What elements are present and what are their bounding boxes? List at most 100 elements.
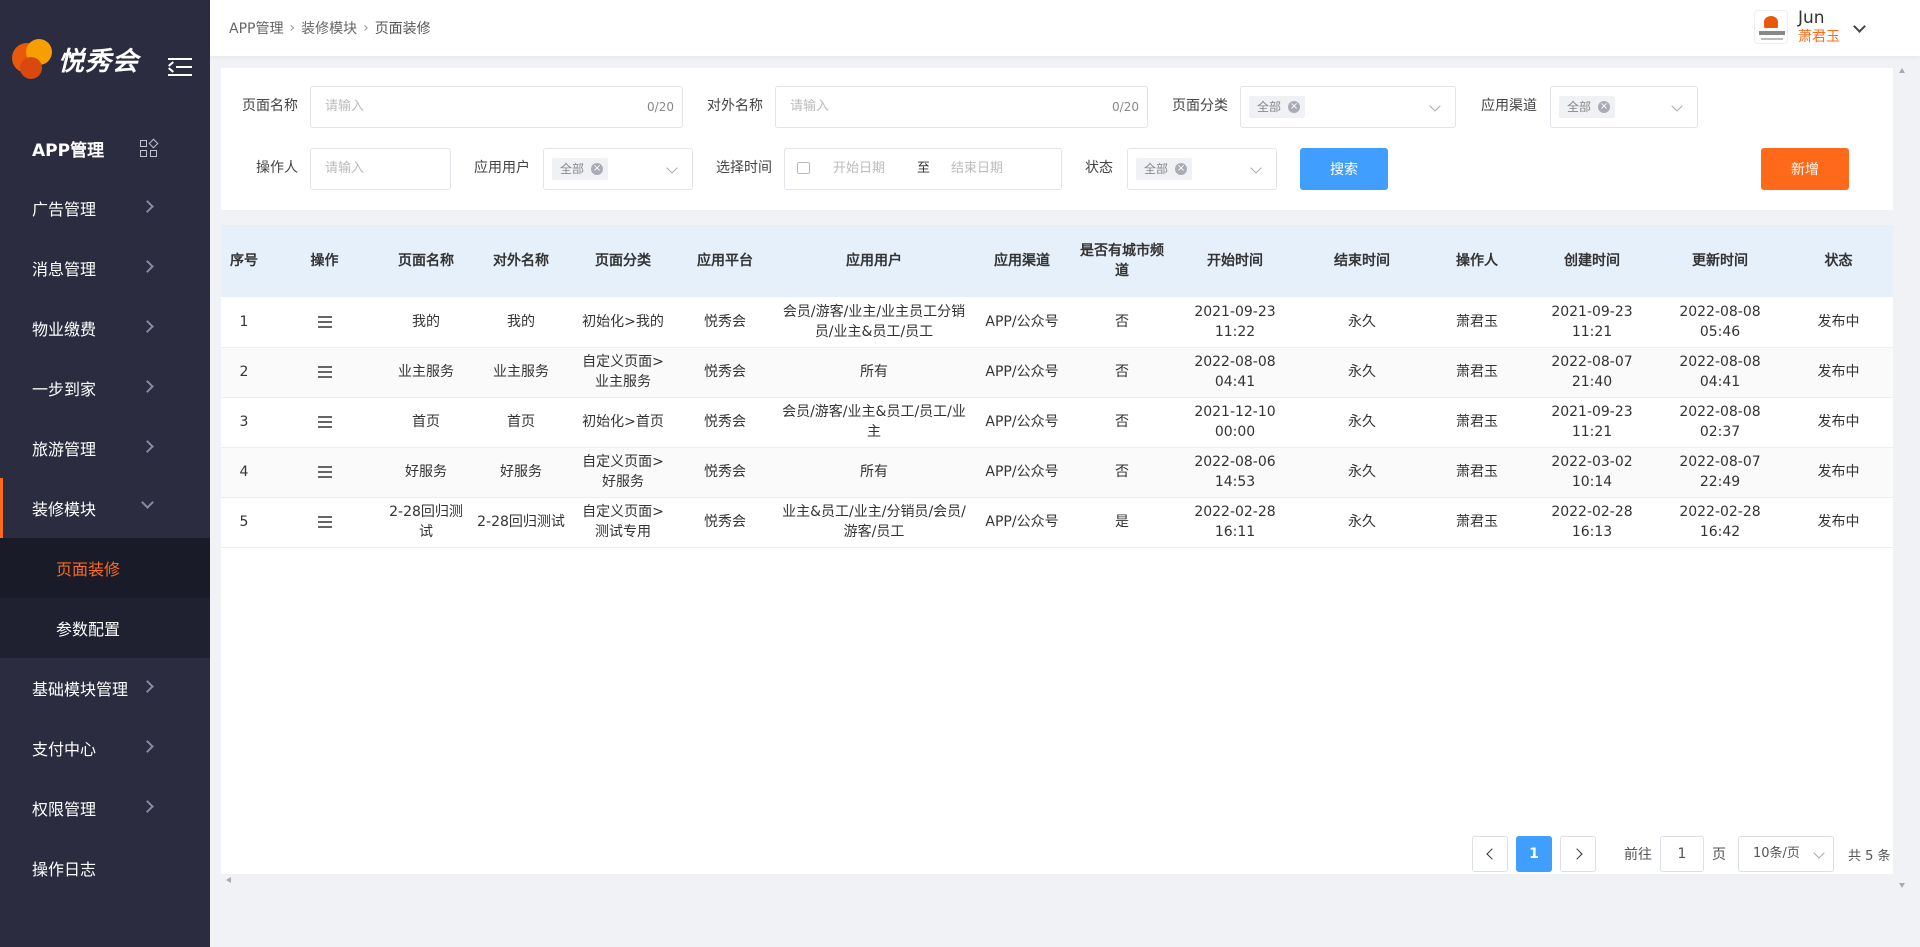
breadcrumb-item[interactable]: APP管理 [229,18,283,38]
table-cell: 初始化>首页 [572,397,674,448]
table-cell: 永久 [1298,397,1426,448]
close-icon[interactable]: × [1175,163,1188,175]
sidebar-subitem-param-config[interactable]: 参数配置 [0,598,210,658]
horizontal-scrollbar[interactable] [226,876,1898,886]
operator-input[interactable]: 请输入 [310,148,451,190]
table-cell: 萧君玉 [1426,447,1528,498]
sidebar-item-base-modules[interactable]: 基础模块管理 [0,658,210,718]
external-name-count: 0/20 [1112,100,1139,114]
user-menu[interactable]: Jun 萧君玉 [1754,8,1866,46]
app-user-select[interactable]: 全部 × [543,148,693,190]
prev-page-button[interactable] [1472,836,1508,872]
channel-select[interactable]: 全部 × [1550,86,1698,128]
category-select[interactable]: 全部 × [1240,86,1456,128]
sidebar-item-label: 旅游管理 [32,440,97,459]
sidebar-item-label: 广告管理 [32,200,97,219]
table-cell: APP/公众号 [972,447,1072,498]
list-menu-icon[interactable] [317,516,332,528]
scroll-up-icon[interactable] [1899,68,1905,73]
chevron-left-icon [1485,848,1498,860]
table-cell: 所有 [776,447,972,498]
sidebar-item-app-management[interactable]: APP管理 [0,118,210,178]
table-cell: 2022-08-07 22:49 [1656,447,1784,498]
sidebar-item-home-delivery[interactable]: 一步到家 [0,358,210,418]
table-cell: 2022-02-28 16:11 [1172,497,1298,548]
chevron-down-icon[interactable] [1853,20,1866,33]
table-cell [267,397,382,448]
scroll-down-icon[interactable] [1899,883,1905,888]
table-cell: 悦秀会 [674,347,776,398]
list-menu-icon[interactable] [317,366,332,378]
table-cell [267,347,382,398]
table-cell: 发布中 [1784,347,1893,398]
table-cell: 发布中 [1784,447,1893,498]
sidebar-item-payment-center[interactable]: 支付中心 [0,718,210,778]
col-header: 序号 [221,225,267,297]
sidebar-item-travel[interactable]: 旅游管理 [0,418,210,478]
chevron-down-icon [1429,100,1441,112]
close-icon[interactable]: × [1598,101,1611,113]
vertical-scrollbar[interactable] [1898,68,1906,888]
list-menu-icon[interactable] [317,416,332,428]
sidebar-item-property-fees[interactable]: 物业缴费 [0,298,210,358]
sidebar-item-messages[interactable]: 消息管理 [0,238,210,298]
table-cell: 悦秀会 [674,447,776,498]
sidebar-item-operation-log[interactable]: 操作日志 [0,838,210,898]
external-name-label: 对外名称 [707,98,763,114]
page-number[interactable]: 1 [1516,836,1552,872]
sidebar-item-label: 装修模块 [32,500,97,519]
app-user-tag-text: 全部 [560,162,585,176]
col-header: 页面名称 [382,225,470,297]
chevron-down-icon [1250,162,1262,174]
col-header: 对外名称 [470,225,572,297]
breadcrumb-item[interactable]: 装修模块 [301,18,357,38]
table-cell: 2022-02-28 16:42 [1656,497,1784,548]
chevron-down-icon [141,496,154,509]
next-page-button[interactable] [1560,836,1596,872]
table-cell: 好服务 [470,447,572,498]
page-name-placeholder: 请输入 [325,99,365,114]
table-cell: 永久 [1298,447,1426,498]
table-cell: 首页 [382,397,470,448]
close-icon[interactable]: × [1288,101,1301,113]
goto-page-input[interactable]: 1 [1660,836,1704,872]
table-cell [267,297,382,348]
user-role: 萧君玉 [1798,29,1840,45]
table-cell: 2021-09-23 11:21 [1528,397,1656,448]
close-icon[interactable]: × [591,163,604,175]
chevron-right-icon [141,440,154,453]
sidebar-item-label: 权限管理 [32,800,97,819]
chevron-down-icon [666,162,678,174]
search-button[interactable]: 搜索 [1300,148,1388,190]
list-menu-icon[interactable] [317,315,332,328]
breadcrumb-current: 页面装修 [374,21,431,37]
page-size-select[interactable]: 10条/页 [1738,836,1834,872]
list-menu-icon[interactable] [317,466,332,478]
sidebar-item-decoration[interactable]: 装修模块 [0,478,210,538]
table-cell: 萧君玉 [1426,397,1528,448]
col-header: 应用渠道 [972,225,1072,297]
table-cell: 所有 [776,347,972,398]
external-name-input[interactable]: 请输入 0/20 [775,86,1148,128]
table-cell: 会员/游客/业主&员工/员工/业主 [776,397,972,448]
date-range-picker[interactable]: 开始日期 至 结束日期 [784,148,1062,190]
table-cell: 2022-08-08 02:37 [1656,397,1784,448]
table-cell: APP/公众号 [972,297,1072,348]
sidebar-item-label: 操作日志 [32,860,97,879]
table-cell: 2021-09-23 11:22 [1172,297,1298,348]
start-date-placeholder[interactable]: 开始日期 [833,149,885,189]
end-date-placeholder[interactable]: 结束日期 [951,149,1003,189]
user-name: Jun [1798,8,1825,28]
sidebar-item-ads[interactable]: 广告管理 [0,178,210,238]
page-name-input[interactable]: 请输入 0/20 [310,86,683,128]
add-button[interactable]: 新增 [1761,148,1849,190]
table-cell: 发布中 [1784,297,1893,348]
table-cell: 2022-03-02 10:14 [1528,447,1656,498]
menu-collapse-icon[interactable] [168,58,192,76]
sidebar-item-permissions[interactable]: 权限管理 [0,778,210,838]
status-select[interactable]: 全部 × [1127,148,1277,190]
table-cell: 自定义页面>测试专用 [572,497,674,548]
scroll-left-icon[interactable] [226,877,231,883]
sidebar-subitem-page-decoration[interactable]: 页面装修 [0,538,210,598]
table-cell: 悦秀会 [674,497,776,548]
